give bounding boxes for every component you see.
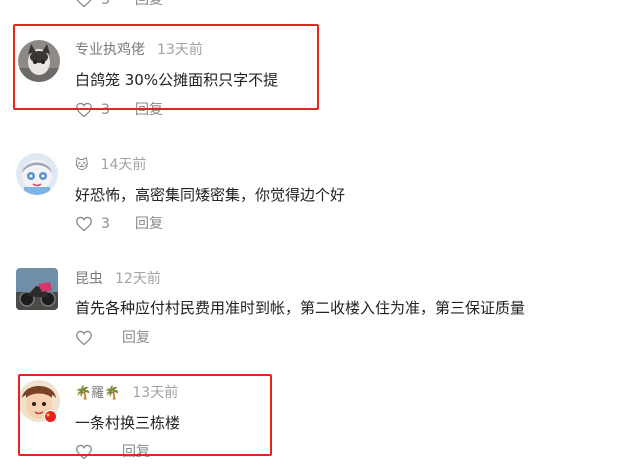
- comment-actions: 3 回复: [75, 215, 163, 233]
- username[interactable]: 昆虫: [75, 271, 103, 287]
- reply-button[interactable]: 回复: [122, 329, 150, 347]
- timestamp: 12天前: [115, 271, 161, 287]
- reply-button[interactable]: 回复: [135, 0, 163, 9]
- like-count: 3: [101, 216, 110, 232]
- avatar[interactable]: [16, 268, 58, 310]
- heart-icon[interactable]: [75, 216, 93, 232]
- top-partial-actions: 3 回复: [75, 0, 163, 9]
- heart-icon[interactable]: [75, 330, 93, 346]
- comment-meta: 🐱 14天前: [75, 156, 146, 175]
- highlight-box: [13, 24, 319, 110]
- username[interactable]: 🐱: [75, 157, 89, 175]
- comment-text: 好恐怖，高密集同矮密集，你觉得边个好: [75, 186, 346, 204]
- highlight-box: [18, 374, 272, 456]
- comment-actions: 回复: [75, 329, 150, 347]
- timestamp: 14天前: [100, 157, 147, 173]
- comment-text: 首先各种应付村民费用准时到帐，第二收楼入住为准，第三保证质量: [75, 299, 526, 317]
- reply-button[interactable]: 回复: [135, 215, 163, 233]
- heart-icon[interactable]: [75, 0, 93, 8]
- avatar[interactable]: [16, 153, 58, 195]
- like-count: 3: [101, 0, 110, 8]
- comment-meta: 昆虫 12天前: [75, 270, 161, 288]
